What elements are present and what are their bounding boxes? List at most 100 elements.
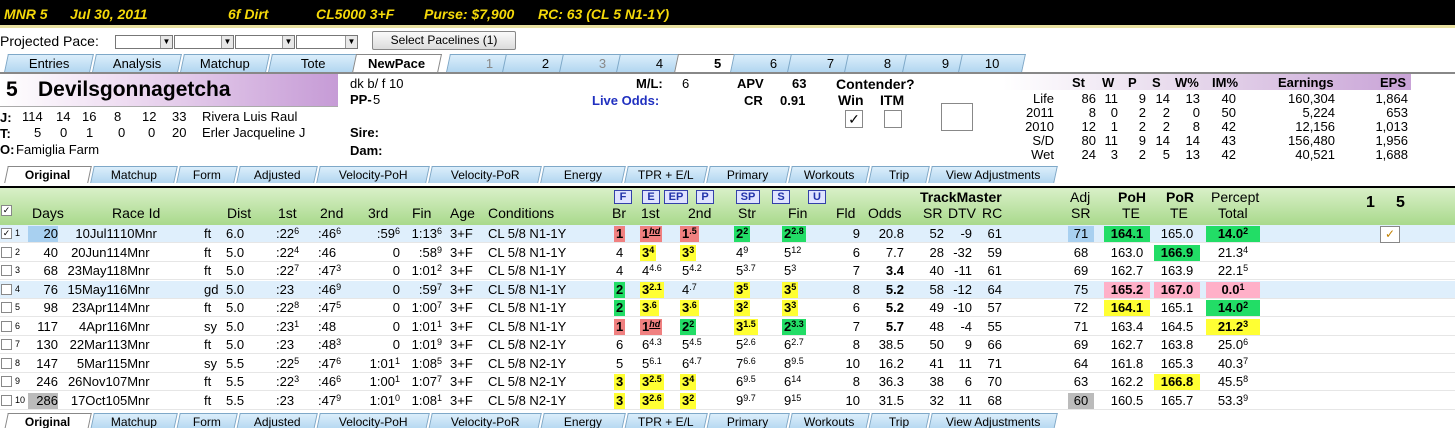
- sub-tab-velocity-poh[interactable]: Velocity-PoH: [316, 166, 430, 183]
- pace-select-2[interactable]: ▼: [174, 35, 234, 49]
- contender-extra-box[interactable]: [941, 103, 973, 131]
- first-pos-margin: 4: [649, 244, 655, 255]
- table-row[interactable]: 10 286 17Oct10 5Mnr ft 5.5:23:479 1:010 1:081 3+…: [0, 392, 1455, 410]
- final-time-value: 1:07: [411, 374, 437, 389]
- first-pos-box: 3.6: [640, 300, 659, 316]
- filter-f-button[interactable]: F: [614, 190, 632, 204]
- sub-tab-matchup[interactable]: Matchup: [90, 413, 178, 428]
- second-call-time: :46: [318, 245, 354, 261]
- table-row[interactable]: 6 117 4Apr11 6Mnr sy 5.0:231:48 0 1:011 3+F CL 5/…: [0, 318, 1455, 336]
- sub-tab-velocity-por[interactable]: Velocity-PoR: [428, 413, 542, 428]
- final-time-value: 1:01: [411, 318, 437, 334]
- sub-tab-label: Velocity-PoR: [450, 168, 520, 182]
- sub-tab-adjusted[interactable]: Adjusted: [236, 166, 318, 183]
- table-row[interactable]: 4 76 15May11 6Mnr gd 5.0:23:469 0:597 3+F CL 5/8…: [0, 280, 1455, 299]
- trainer-stat: 0: [148, 125, 156, 140]
- por-te: 166.9: [1154, 244, 1200, 261]
- sub-tab-energy[interactable]: Energy: [540, 166, 626, 183]
- tab-matchup[interactable]: Matchup: [180, 54, 270, 72]
- select-pacelines-button[interactable]: Select Pacelines (1): [372, 31, 516, 50]
- sub-tab-adjusted[interactable]: Adjusted: [236, 413, 318, 428]
- sub-tab-velocity-poh[interactable]: Velocity-PoH: [316, 413, 430, 428]
- filter-sp-button[interactable]: SP: [736, 190, 760, 204]
- sub-tab-trip[interactable]: Trip: [868, 413, 930, 428]
- sub-tab-original[interactable]: Original: [4, 166, 92, 183]
- select-all-checkbox[interactable]: ✓: [1, 205, 12, 216]
- tab-analysis[interactable]: Analysis: [92, 54, 182, 72]
- filter-ep-button[interactable]: EP: [664, 190, 688, 204]
- row-checkbox[interactable]: [1, 302, 12, 313]
- chevron-down-icon: ▼: [160, 36, 172, 48]
- final-time: 1:085: [404, 356, 442, 372]
- first-call-time: :228: [276, 300, 310, 316]
- sub-tab-matchup[interactable]: Matchup: [90, 166, 178, 183]
- sub-tab-workouts[interactable]: Workouts: [788, 166, 870, 183]
- distance: 5.0: [226, 300, 245, 315]
- break-value: 3: [616, 392, 624, 408]
- pos-stretch-pos: 32: [734, 300, 778, 316]
- sub-tab-form[interactable]: Form: [176, 413, 238, 428]
- odds: 36.3: [878, 374, 904, 389]
- table-row[interactable]: 7 130 22Mar11 3Mnr ft 5.0:23:483 0 1:019 3+F CL 5…: [0, 336, 1455, 354]
- sub-tab-energy[interactable]: Energy: [540, 413, 626, 428]
- row-checkbox[interactable]: [1, 283, 12, 295]
- itm-checkbox[interactable]: [884, 110, 902, 128]
- row-checkbox[interactable]: [1, 357, 12, 369]
- third-call-time-margin: 6: [394, 226, 400, 236]
- pace-select-3[interactable]: ▼: [235, 35, 295, 49]
- row-checkbox[interactable]: [1, 246, 12, 258]
- tab-tote[interactable]: Tote: [268, 54, 358, 72]
- record-cell: 14: [1155, 133, 1170, 148]
- sub-tab-tpr-e-l[interactable]: TPR + E/L: [624, 413, 708, 428]
- table-row[interactable]: 9 246 26Nov10 7Mnr ft 5.5:223:466 1:001 1:077 3+…: [0, 373, 1455, 391]
- race-conditions: CL 5/8 N1-1Y: [488, 244, 567, 260]
- table-row[interactable]: 5 98 23Apr11 4Mnr ft 5.0:228:475 0 1:007 3+F CL 5…: [0, 299, 1455, 317]
- jockey-stat: 33: [172, 109, 187, 124]
- record-cell: 8: [1088, 105, 1096, 120]
- filter-p-button[interactable]: P: [696, 190, 714, 204]
- row-checkbox[interactable]: [1, 376, 12, 387]
- track-condition: ft: [204, 300, 212, 315]
- poh-te: 162.7: [1110, 337, 1144, 352]
- tab-horse-10[interactable]: 10: [958, 54, 1026, 72]
- sub-tab-velocity-por[interactable]: Velocity-PoR: [428, 166, 542, 183]
- sub-tab-tpr-e-l[interactable]: TPR + E/L: [624, 166, 708, 183]
- race-class-rating: 70: [987, 374, 1002, 389]
- sub-tab-original[interactable]: Original: [4, 413, 92, 428]
- table-row[interactable]: 3 68 23May11 8Mnr ft 5.0:227:473 0 1:012 3+F CL 5…: [0, 262, 1455, 280]
- tab-entries[interactable]: Entries: [4, 54, 94, 72]
- filter-u-button[interactable]: U: [808, 190, 826, 204]
- sub-tab-form[interactable]: Form: [176, 166, 238, 183]
- filter-e-button[interactable]: E: [642, 190, 660, 204]
- sub-tab-workouts[interactable]: Workouts: [788, 413, 870, 428]
- row-checkbox[interactable]: [1, 265, 12, 276]
- first-call-time-margin: 6: [294, 226, 300, 236]
- col-rc: RC: [982, 205, 1003, 221]
- row-checkbox[interactable]: ✓: [1, 228, 12, 239]
- final-time-value: 1:08: [411, 355, 437, 371]
- sub-tab-primary[interactable]: Primary: [706, 413, 790, 428]
- sub-tab-primary[interactable]: Primary: [706, 166, 790, 183]
- percept-total: 0.01: [1206, 281, 1260, 298]
- sub-tab-view-adjustments[interactable]: View Adjustments: [928, 413, 1058, 428]
- first-call-time-margin: 7: [294, 263, 300, 273]
- record-cell: 2: [1162, 119, 1170, 134]
- win-checkbox[interactable]: ✓: [845, 110, 863, 128]
- pace-select-4[interactable]: ▼: [296, 35, 358, 49]
- filter-s-button[interactable]: S: [772, 190, 790, 204]
- row-checkbox[interactable]: [1, 339, 12, 350]
- days-since: 117: [37, 318, 58, 334]
- pos-stretch-pos: 49: [734, 245, 778, 261]
- table-row[interactable]: 2 40 20Jun11 4Mnr ft 5.0:224:46 0:589 3+F CL 5/8…: [0, 244, 1455, 262]
- tab-newpace[interactable]: NewPace: [351, 54, 443, 73]
- pace-select-1[interactable]: ▼: [115, 35, 173, 49]
- sub-tab-trip[interactable]: Trip: [868, 166, 930, 183]
- row-checkbox[interactable]: [1, 394, 12, 406]
- table-row[interactable]: ✓ 1 20 10Jul11 10Mnr ft 6.0:226:466:596 1:136 3+…: [0, 225, 1455, 243]
- row-checkbox[interactable]: [1, 320, 12, 332]
- compare-checkbox[interactable]: ✓: [1380, 226, 1400, 243]
- table-row[interactable]: 8 147 5Mar11 5Mnr sy 5.5:225:476 1:011 1:085 3+F…: [0, 355, 1455, 373]
- stretch-pos-box: 53.7: [734, 263, 758, 279]
- first-call-time-value: :22: [276, 300, 295, 315]
- sub-tab-view-adjustments[interactable]: View Adjustments: [928, 166, 1058, 183]
